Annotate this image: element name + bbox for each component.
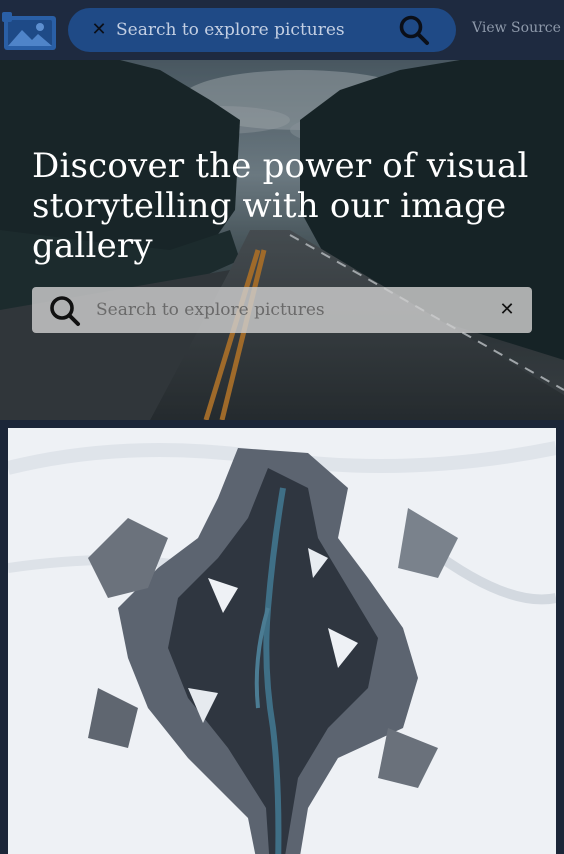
- close-icon[interactable]: ✕: [496, 299, 518, 321]
- image-gallery-icon[interactable]: [2, 12, 58, 52]
- navbar-search-bar: ✕: [68, 8, 456, 52]
- hero-title: Discover the power of visual storytellin…: [32, 146, 529, 266]
- gallery-image-card[interactable]: [8, 428, 556, 854]
- gallery-image: [8, 428, 556, 854]
- hero-search-input[interactable]: [96, 295, 486, 325]
- hero-section: Discover the power of visual storytellin…: [0, 60, 564, 420]
- view-source-link[interactable]: View Source: [472, 20, 561, 36]
- search-icon[interactable]: [398, 14, 430, 46]
- image-gallery-grid: [0, 420, 564, 854]
- top-navbar: ✕ View Source: [0, 0, 564, 60]
- close-icon[interactable]: ✕: [88, 19, 110, 41]
- search-icon[interactable]: [48, 294, 82, 328]
- navbar-search-input[interactable]: [116, 15, 386, 45]
- hero-search-bar: ✕: [32, 287, 532, 333]
